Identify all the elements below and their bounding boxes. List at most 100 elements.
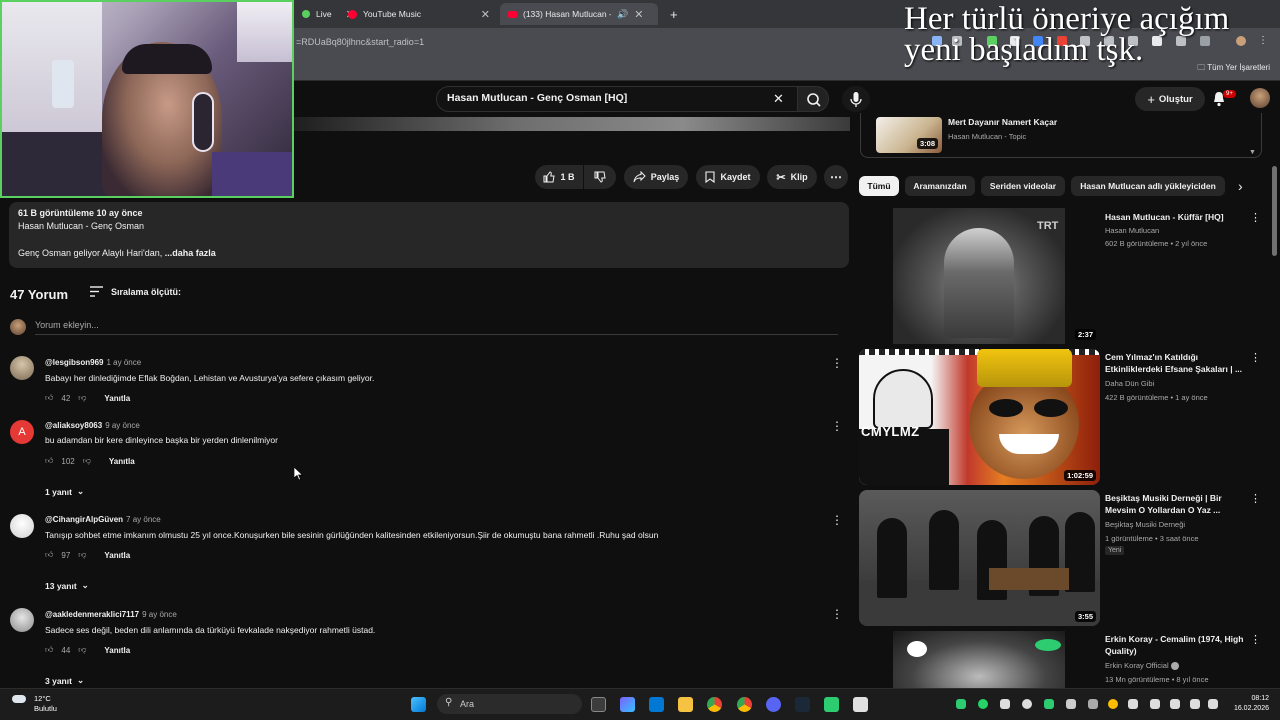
profile-avatar[interactable] bbox=[1236, 36, 1246, 46]
playlist-item-channel[interactable]: Hasan Mutlucan - Topic bbox=[948, 132, 1026, 141]
menu-icon[interactable]: ⋮ bbox=[1258, 36, 1268, 46]
chip-uploader[interactable]: Hasan Mutlucan adlı yükleyiciden bbox=[1071, 176, 1225, 196]
share-button[interactable]: Paylaş bbox=[624, 165, 688, 189]
add-comment-input[interactable]: Yorum ekleyin... bbox=[35, 320, 99, 330]
comment-author[interactable]: @lesgibson969 1 ay önce bbox=[45, 358, 141, 367]
avatar[interactable] bbox=[10, 608, 34, 632]
reply-button[interactable]: Yanıtla bbox=[104, 394, 130, 403]
chrome-icon[interactable] bbox=[737, 697, 752, 712]
related-video-title[interactable]: Hasan Mutlucan - Küffär [HQ] bbox=[1105, 211, 1245, 223]
speaker-icon[interactable]: 🔊 bbox=[617, 9, 628, 20]
bluetooth-icon[interactable] bbox=[1150, 699, 1160, 709]
steam-tray-icon[interactable] bbox=[1128, 699, 1138, 709]
view-replies-button[interactable]: 13 yanıt ⌄ bbox=[45, 580, 89, 591]
related-video-channel[interactable]: Erkin Koray Official bbox=[1105, 661, 1179, 671]
calculator-icon[interactable] bbox=[649, 697, 664, 712]
show-more-link[interactable]: ...daha fazla bbox=[165, 248, 216, 258]
tab-hasan-mutlucan[interactable]: (133) Hasan Mutlucan - Ge 🔊 ✕ bbox=[500, 3, 658, 25]
comment-menu-icon[interactable]: ⋮ bbox=[831, 419, 843, 433]
dislike-button[interactable] bbox=[584, 165, 616, 189]
tray-icon[interactable] bbox=[956, 699, 966, 709]
thumbs-down-icon[interactable]: 👎︎ bbox=[78, 550, 86, 560]
search-query[interactable]: Hasan Mutlucan - Genç Osman [HQ] bbox=[447, 92, 627, 104]
reply-button[interactable]: Yanıtla bbox=[104, 551, 130, 560]
whatsapp-icon[interactable] bbox=[978, 699, 988, 709]
related-video-title[interactable]: Beşiktaş Musiki Derneği | Bir Mevsim O Y… bbox=[1105, 492, 1245, 516]
app-icon[interactable] bbox=[824, 697, 839, 712]
notepad-icon[interactable] bbox=[853, 697, 868, 712]
related-video-channel[interactable]: Daha Dün Gibi bbox=[1105, 379, 1154, 388]
thumbs-down-icon[interactable]: 👎︎ bbox=[78, 645, 86, 655]
comment-menu-icon[interactable]: ⋮ bbox=[831, 513, 843, 527]
tray-icon[interactable] bbox=[1044, 699, 1054, 709]
related-video-title[interactable]: Cem Yılmaz'ın Katıldığı Etkinliklerdeki … bbox=[1105, 351, 1245, 375]
discord-tray-icon[interactable] bbox=[1022, 699, 1032, 709]
video-menu-icon[interactable]: ⋮ bbox=[1250, 211, 1261, 224]
playlist-item-title[interactable]: Mert Dayanır Namert Kaçar bbox=[948, 117, 1057, 127]
comment-menu-icon[interactable]: ⋮ bbox=[831, 607, 843, 621]
scroll-down-icon[interactable]: ▼ bbox=[1249, 149, 1256, 156]
related-video-thumbnail[interactable]: 3:55 bbox=[859, 490, 1100, 626]
video-menu-icon[interactable]: ⋮ bbox=[1250, 633, 1261, 646]
microphone-icon[interactable] bbox=[1170, 699, 1180, 709]
video-menu-icon[interactable]: ⋮ bbox=[1250, 351, 1261, 364]
related-video-thumbnail[interactable]: TRT 2:37 bbox=[859, 208, 1100, 344]
chip-from-search[interactable]: Aramanızdan bbox=[905, 176, 975, 196]
related-video-title[interactable]: Erkin Koray - Cemalim (1974, High Qualit… bbox=[1105, 633, 1245, 657]
scrollbar[interactable] bbox=[1272, 166, 1277, 256]
taskbar-search[interactable]: ⚲ Ara bbox=[437, 694, 582, 714]
video-player[interactable] bbox=[294, 117, 850, 131]
steam-icon[interactable] bbox=[795, 697, 810, 712]
clear-search-icon[interactable]: ✕ bbox=[773, 91, 784, 107]
thumbs-up-icon[interactable]: 👍︎ bbox=[45, 550, 53, 560]
tray-icon[interactable] bbox=[1066, 699, 1076, 709]
avatar[interactable] bbox=[1250, 88, 1270, 108]
playlist-item-thumbnail[interactable]: 3:08 bbox=[876, 117, 942, 153]
view-replies-button[interactable]: 1 yanıt ⌄ bbox=[45, 486, 84, 497]
reply-button[interactable]: Yanıtla bbox=[104, 646, 130, 655]
system-clock[interactable]: 08:12 16.02.2026 bbox=[1229, 694, 1269, 714]
display-icon[interactable] bbox=[1190, 699, 1200, 709]
task-view-icon[interactable] bbox=[591, 697, 606, 712]
copilot-icon[interactable] bbox=[620, 697, 635, 712]
thumbs-up-icon[interactable]: 👍︎ bbox=[45, 393, 53, 403]
volume-icon[interactable] bbox=[1208, 699, 1218, 709]
sort-comments-button[interactable]: Sıralama ölçütü: bbox=[90, 286, 181, 297]
comment-author[interactable]: @aliaksoy8063 9 ay önce bbox=[45, 421, 140, 430]
search-button[interactable] bbox=[797, 86, 829, 112]
like-button[interactable]: 1 B bbox=[535, 165, 583, 189]
new-tab-button[interactable]: + bbox=[662, 3, 686, 25]
close-icon[interactable]: ✕ bbox=[634, 8, 643, 21]
thumbs-up-icon[interactable]: 👍︎ bbox=[45, 456, 53, 466]
chip-all[interactable]: Tümü bbox=[859, 176, 899, 196]
chrome-tray-icon[interactable] bbox=[1108, 699, 1118, 709]
tab-youtube-music[interactable]: YouTube Music ✕ bbox=[340, 3, 498, 25]
weather-widget[interactable]: 12°C Bulutlu bbox=[12, 694, 57, 713]
view-replies-button[interactable]: 3 yanıt ⌄ bbox=[45, 675, 84, 686]
tray-icon[interactable] bbox=[1088, 699, 1098, 709]
chip-series[interactable]: Seriden videolar bbox=[981, 176, 1065, 196]
thumbs-down-icon[interactable]: 👎︎ bbox=[78, 393, 86, 403]
tray-icon[interactable] bbox=[1000, 699, 1010, 709]
video-menu-icon[interactable]: ⋮ bbox=[1250, 492, 1261, 505]
comment-author[interactable]: @aakledenmeraklici7117 9 ay önce bbox=[45, 610, 177, 619]
reply-button[interactable]: Yanıtla bbox=[109, 457, 135, 466]
thumbs-down-icon[interactable]: 👎︎ bbox=[83, 456, 91, 466]
discord-icon[interactable] bbox=[766, 697, 781, 712]
related-video-channel[interactable]: Beşiktaş Musiki Derneği bbox=[1105, 520, 1185, 529]
chrome-icon[interactable] bbox=[707, 697, 722, 712]
voice-search-button[interactable] bbox=[842, 86, 870, 112]
file-explorer-icon[interactable] bbox=[678, 697, 693, 712]
avatar[interactable]: A bbox=[10, 420, 34, 444]
related-video-thumbnail[interactable] bbox=[859, 631, 1100, 688]
create-button[interactable]: + Oluştur bbox=[1135, 87, 1205, 111]
more-actions-button[interactable]: ⋯ bbox=[824, 165, 848, 189]
comment-menu-icon[interactable]: ⋮ bbox=[831, 356, 843, 370]
avatar[interactable] bbox=[10, 356, 34, 380]
related-video-thumbnail[interactable]: CMYLMZ 1:02:59 bbox=[859, 349, 1100, 485]
start-menu-icon[interactable] bbox=[411, 697, 426, 712]
related-video-channel[interactable]: Hasan Mutlucan bbox=[1105, 226, 1159, 235]
chevron-right-icon[interactable]: › bbox=[1238, 178, 1243, 194]
clip-button[interactable]: ✂ Klip bbox=[767, 165, 817, 189]
close-icon[interactable]: ✕ bbox=[481, 8, 490, 21]
